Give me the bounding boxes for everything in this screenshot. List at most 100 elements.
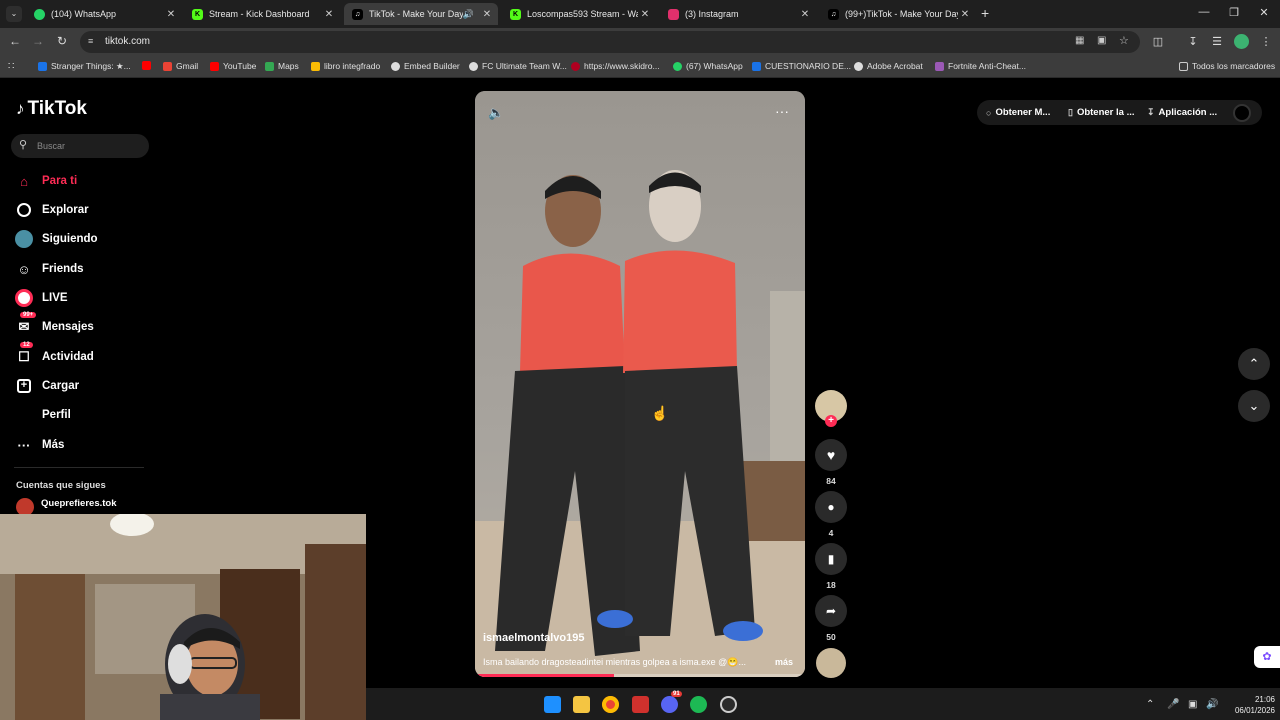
- sidebar-item-mas[interactable]: ··· Más: [14, 434, 65, 456]
- new-tab-button[interactable]: +: [981, 5, 989, 21]
- sidebar-item-mensajes[interactable]: ✉ 99+ Mensajes: [14, 312, 94, 338]
- maps-icon: [265, 61, 274, 71]
- floating-extension-icon[interactable]: ✿: [1254, 646, 1280, 668]
- tiktok-logo[interactable]: ♪ TikTok: [16, 98, 87, 120]
- compass-icon: [14, 200, 34, 220]
- previous-video-button[interactable]: ⌃: [1238, 348, 1270, 380]
- sidebar-item-para-ti[interactable]: ⌂ Para ti: [14, 170, 77, 192]
- share-count: 50: [826, 632, 836, 642]
- comment-button[interactable]: ●: [815, 491, 847, 523]
- video-frame: [475, 91, 805, 677]
- spotify-icon[interactable]: [690, 696, 707, 713]
- bookmark-item[interactable]: YouTube: [210, 61, 256, 71]
- browser-tab[interactable]: K Stream - Kick Dashboard ✕: [184, 3, 340, 25]
- bookmark-item[interactable]: Fortnite Anti-Cheat...: [935, 61, 1026, 71]
- forward-icon[interactable]: →: [30, 34, 46, 48]
- audio-playing-icon[interactable]: 🔊: [463, 9, 474, 20]
- profile-avatar[interactable]: [1234, 34, 1249, 49]
- follow-plus-icon[interactable]: +: [825, 415, 837, 427]
- show-hidden-icons[interactable]: ⌃: [1146, 699, 1154, 710]
- all-bookmarks-folder[interactable]: Todos los marcadores: [1179, 61, 1275, 71]
- close-tab-icon[interactable]: ✕: [322, 9, 336, 20]
- bookmark-favicon: [935, 61, 944, 71]
- sidebar-item-actividad[interactable]: ☐ 12 Actividad: [14, 342, 94, 368]
- close-tab-icon[interactable]: ✕: [798, 9, 812, 20]
- star-icon[interactable]: ☆: [1119, 34, 1129, 47]
- get-coins-button[interactable]: ○ Obtener M...: [986, 107, 1050, 118]
- sidebar-item-siguiendo[interactable]: Siguiendo: [14, 228, 98, 250]
- get-app-button[interactable]: ▯ Obtener la ...: [1068, 107, 1135, 118]
- extensions-icon[interactable]: ◫: [1151, 35, 1165, 48]
- windows-start-icon[interactable]: [544, 696, 561, 713]
- bookmark-item[interactable]: https://www.skidro...: [571, 61, 660, 71]
- reload-icon[interactable]: ↻: [54, 34, 70, 48]
- bookmark-item[interactable]: Gmail: [163, 61, 198, 71]
- bookmark-item[interactable]: CUESTIONARIO DE...: [752, 61, 851, 71]
- microphone-icon[interactable]: 🎤: [1167, 699, 1179, 710]
- share-button[interactable]: ➦: [815, 595, 847, 627]
- volume-icon[interactable]: 🔈: [488, 105, 504, 121]
- install-icon[interactable]: ▣: [1097, 35, 1106, 46]
- sidebar-item-cargar[interactable]: + Cargar: [14, 375, 79, 397]
- translate-icon[interactable]: ▦: [1075, 35, 1084, 46]
- sidebar-item-live[interactable]: LIVE: [14, 287, 68, 309]
- profile-avatar[interactable]: [1233, 104, 1251, 122]
- apps-icon[interactable]: ∷: [8, 61, 14, 72]
- download-app-button[interactable]: ↧ Aplicación ...: [1147, 107, 1217, 118]
- browser-tab[interactable]: K Loscompas593 Stream - Watch ✕: [502, 3, 656, 25]
- close-tab-icon[interactable]: ✕: [958, 9, 972, 20]
- more-options-icon[interactable]: ···: [775, 103, 789, 119]
- caption-more-link[interactable]: más: [775, 657, 793, 667]
- sidebar-item-explorar[interactable]: Explorar: [14, 199, 89, 221]
- sound-avatar[interactable]: [816, 648, 846, 678]
- video-progress-track[interactable]: [475, 674, 805, 677]
- wps-icon[interactable]: [632, 696, 649, 713]
- bookmark-item[interactable]: Maps: [265, 61, 299, 71]
- bookmark-item[interactable]: [142, 61, 155, 70]
- bookmark-favicon: [142, 61, 151, 70]
- browser-toolbar: ← → ↻ ≡ tiktok.com ▦ ▣ ☆ ◫ ↧ ☰ ⋮: [0, 28, 1280, 56]
- close-tab-icon[interactable]: ✕: [164, 9, 178, 20]
- next-video-button[interactable]: ⌄: [1238, 390, 1270, 422]
- close-tab-icon[interactable]: ✕: [480, 9, 494, 20]
- bookmark-item[interactable]: libro integfrado: [311, 61, 380, 71]
- minimize-icon[interactable]: —: [1194, 6, 1214, 18]
- video-progress-fill: [475, 674, 614, 677]
- sidebar-item-friends[interactable]: ☺ Friends: [14, 258, 83, 280]
- file-explorer-icon[interactable]: [573, 696, 590, 713]
- network-icon[interactable]: ▣: [1188, 699, 1197, 710]
- clock[interactable]: 21:06 06/01/2026: [1221, 694, 1275, 716]
- back-icon[interactable]: ←: [7, 34, 23, 48]
- discord-icon[interactable]: 91: [661, 691, 682, 713]
- browser-tab[interactable]: (3) Instagram ✕: [660, 3, 816, 25]
- bookmark-item[interactable]: Adobe Acrobat: [854, 61, 923, 71]
- activity-icon: ☐ 12: [14, 342, 34, 367]
- like-button[interactable]: ♥: [815, 439, 847, 471]
- save-button[interactable]: ▮: [815, 543, 847, 575]
- browser-tab[interactable]: ♫ (99+)TikTok - Make Your Day ✕: [820, 3, 976, 25]
- chatgpt-icon[interactable]: [720, 696, 737, 713]
- more-icon: ···: [17, 437, 31, 453]
- webcam-overlay: [0, 514, 366, 720]
- bookmark-item[interactable]: FC Ultimate Team W...: [469, 61, 567, 71]
- video-username[interactable]: ismaelmontalvo195: [483, 632, 585, 644]
- sidebar-item-perfil[interactable]: Perfil: [14, 404, 71, 426]
- bookmark-item[interactable]: (67) WhatsApp: [673, 61, 743, 71]
- restore-icon[interactable]: ❐: [1224, 6, 1244, 19]
- reading-list-icon[interactable]: ☰: [1210, 35, 1224, 48]
- chrome-icon[interactable]: [602, 696, 619, 713]
- bookmark-item[interactable]: Stranger Things: ★...: [38, 61, 131, 72]
- search-input[interactable]: ⚲ Buscar: [11, 134, 149, 158]
- browser-tab-active[interactable]: ♫ TikTok - Make Your Day 🔊 ✕: [344, 3, 498, 25]
- tab-search-button[interactable]: ⌄: [6, 6, 22, 22]
- volume-icon[interactable]: 🔊: [1206, 699, 1218, 710]
- site-info-icon[interactable]: ≡: [88, 36, 93, 46]
- menu-icon[interactable]: ⋮: [1259, 35, 1273, 48]
- bookmark-item[interactable]: Embed Builder: [391, 61, 460, 71]
- address-bar[interactable]: ≡ tiktok.com ▦ ▣ ☆: [80, 31, 1140, 53]
- video-player[interactable]: 🔈 ··· ismaelmontalvo195 Isma bailando dr…: [475, 91, 805, 677]
- browser-tab[interactable]: (104) WhatsApp ✕: [26, 3, 182, 25]
- close-tab-icon[interactable]: ✕: [638, 9, 652, 20]
- close-window-icon[interactable]: ✕: [1254, 6, 1274, 19]
- download-icon[interactable]: ↧: [1186, 35, 1200, 48]
